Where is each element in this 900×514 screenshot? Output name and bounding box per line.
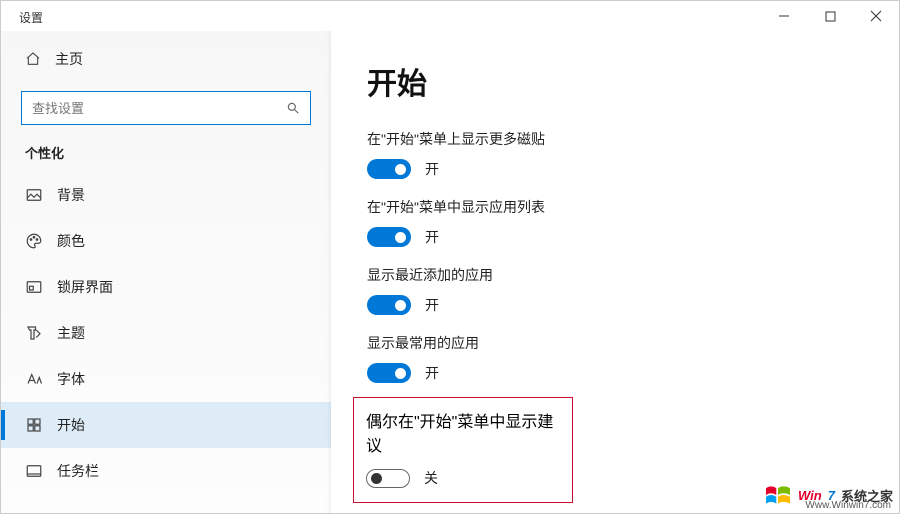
windows-flag-icon <box>764 483 792 507</box>
setting-label: 在"开始"菜单中显示应用列表 <box>367 197 863 217</box>
sidebar-item-themes[interactable]: 主题 <box>1 310 331 356</box>
home-icon <box>25 51 41 67</box>
toggle-mostused-apps[interactable] <box>367 363 411 383</box>
setting-label: 偶尔在"开始"菜单中显示建议 <box>366 408 560 456</box>
sidebar-item-start[interactable]: 开始 <box>1 402 331 448</box>
sidebar-item-label: 锁屏界面 <box>57 277 113 297</box>
setting-label: 在"开始"菜单上显示更多磁贴 <box>367 129 863 149</box>
taskbar-icon <box>25 462 43 480</box>
watermark-url: Www.Winwin7.com <box>805 500 891 511</box>
sidebar-item-colors[interactable]: 颜色 <box>1 218 331 264</box>
sidebar-item-taskbar[interactable]: 任务栏 <box>1 448 331 494</box>
category-title: 个性化 <box>1 143 331 172</box>
toggle-more-tiles[interactable] <box>367 159 411 179</box>
search-input-wrap[interactable] <box>21 91 311 125</box>
toggle-state: 开 <box>425 159 439 179</box>
window-title: 设置 <box>19 9 43 26</box>
font-icon <box>25 370 43 388</box>
nav-list: 背景 颜色 锁屏界面 主题 字体 <box>1 172 331 494</box>
image-icon <box>25 186 43 204</box>
home-link[interactable]: 主页 <box>1 39 331 79</box>
sidebar-item-label: 开始 <box>57 415 85 435</box>
toggle-app-list[interactable] <box>367 227 411 247</box>
watermark: Win7系统之家 Www.Winwin7.com <box>689 453 899 513</box>
sidebar-item-label: 背景 <box>57 185 85 205</box>
sidebar-item-label: 颜色 <box>57 231 85 251</box>
sidebar-item-fonts[interactable]: 字体 <box>1 356 331 402</box>
palette-icon <box>25 232 43 250</box>
search-icon <box>286 101 300 115</box>
search-input[interactable] <box>32 101 286 116</box>
setting-label: 显示最近添加的应用 <box>367 265 863 285</box>
setting-label: 显示最常用的应用 <box>367 333 863 353</box>
toggle-state: 开 <box>425 227 439 247</box>
setting-mostused-apps: 显示最常用的应用 开 <box>367 333 863 383</box>
setting-app-list: 在"开始"菜单中显示应用列表 开 <box>367 197 863 247</box>
close-icon <box>870 10 882 22</box>
toggle-state: 开 <box>425 295 439 315</box>
toggle-recent-apps[interactable] <box>367 295 411 315</box>
titlebar: 设置 <box>1 1 899 31</box>
setting-recent-apps: 显示最近添加的应用 开 <box>367 265 863 315</box>
toggle-state: 关 <box>424 468 438 488</box>
home-label: 主页 <box>55 49 83 69</box>
start-icon <box>25 416 43 434</box>
page-title: 开始 <box>367 59 863 103</box>
theme-icon <box>25 324 43 342</box>
lockscreen-icon <box>25 278 43 296</box>
sidebar-item-label: 字体 <box>57 369 85 389</box>
toggle-suggestions[interactable] <box>366 469 410 488</box>
content-pane: 开始 在"开始"菜单上显示更多磁贴 开 在"开始"菜单中显示应用列表 开 显示最… <box>331 31 899 513</box>
sidebar-item-background[interactable]: 背景 <box>1 172 331 218</box>
minimize-icon <box>778 10 790 22</box>
maximize-button[interactable] <box>807 1 853 31</box>
sidebar-item-label: 主题 <box>57 323 85 343</box>
highlighted-setting: 偶尔在"开始"菜单中显示建议 关 <box>353 397 573 503</box>
toggle-state: 开 <box>425 363 439 383</box>
sidebar-item-lockscreen[interactable]: 锁屏界面 <box>1 264 331 310</box>
sidebar-item-label: 任务栏 <box>57 461 99 481</box>
maximize-icon <box>825 11 836 22</box>
setting-more-tiles: 在"开始"菜单上显示更多磁贴 开 <box>367 129 863 179</box>
sidebar: 主页 个性化 背景 颜色 锁屏界面 <box>1 31 331 513</box>
minimize-button[interactable] <box>761 1 807 31</box>
close-button[interactable] <box>853 1 899 31</box>
